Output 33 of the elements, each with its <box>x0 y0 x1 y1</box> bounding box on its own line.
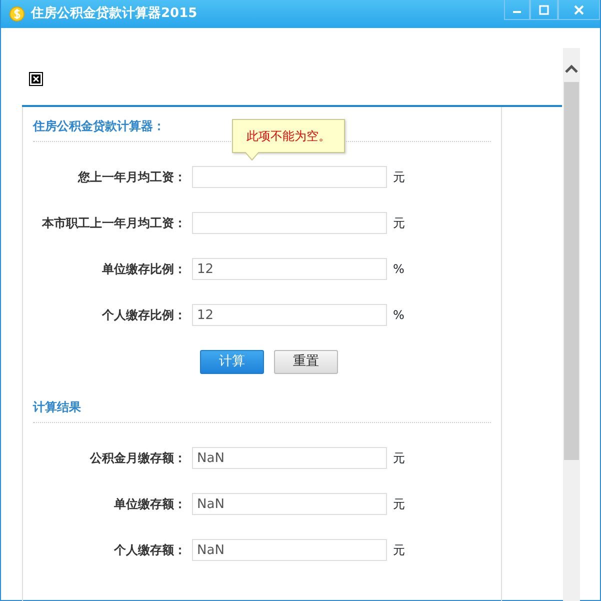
unit-label: 元 <box>393 215 405 232</box>
unit-label: 元 <box>393 496 405 513</box>
maximize-button[interactable] <box>530 0 558 20</box>
tooltip-pointer <box>245 152 259 161</box>
input-field[interactable] <box>192 212 387 234</box>
unit-label: 元 <box>393 169 405 186</box>
window-title: 住房公积金贷款计算器2015 <box>31 4 198 24</box>
section-title: 计算结果 <box>33 388 491 423</box>
input-field[interactable]: 12 <box>192 304 387 326</box>
input-field[interactable] <box>192 166 387 188</box>
coin-icon <box>9 6 25 22</box>
unit-label: 元 <box>393 542 405 559</box>
unit-label: % <box>393 261 404 278</box>
close-button[interactable] <box>558 0 600 20</box>
reset-button[interactable]: 重置 <box>274 350 338 374</box>
field-label: 本市职工上一年月均工资： <box>40 215 187 232</box>
field-label: 单位缴存额： <box>113 496 187 513</box>
field-label: 个人缴存额： <box>112 542 187 559</box>
minimize-button[interactable] <box>504 0 530 20</box>
scrollbar-thumb[interactable] <box>564 82 579 460</box>
field-label: 单位缴存比例： <box>101 261 187 278</box>
input-field[interactable]: NaN <box>192 493 387 515</box>
input-field[interactable]: NaN <box>192 539 387 561</box>
broken-image-icon <box>29 72 43 86</box>
scrollbar[interactable] <box>563 48 580 601</box>
unit-label: 元 <box>393 450 405 467</box>
field-label: 个人缴存比例： <box>100 307 187 324</box>
field-label: 您上一年月均工资： <box>76 169 187 186</box>
tooltip: 此项不能为空。 <box>232 119 345 153</box>
input-field[interactable]: 12 <box>192 258 387 280</box>
field-label: 公积金月缴存额： <box>88 450 187 467</box>
input-field[interactable]: NaN <box>192 447 387 469</box>
unit-label: % <box>393 307 404 324</box>
